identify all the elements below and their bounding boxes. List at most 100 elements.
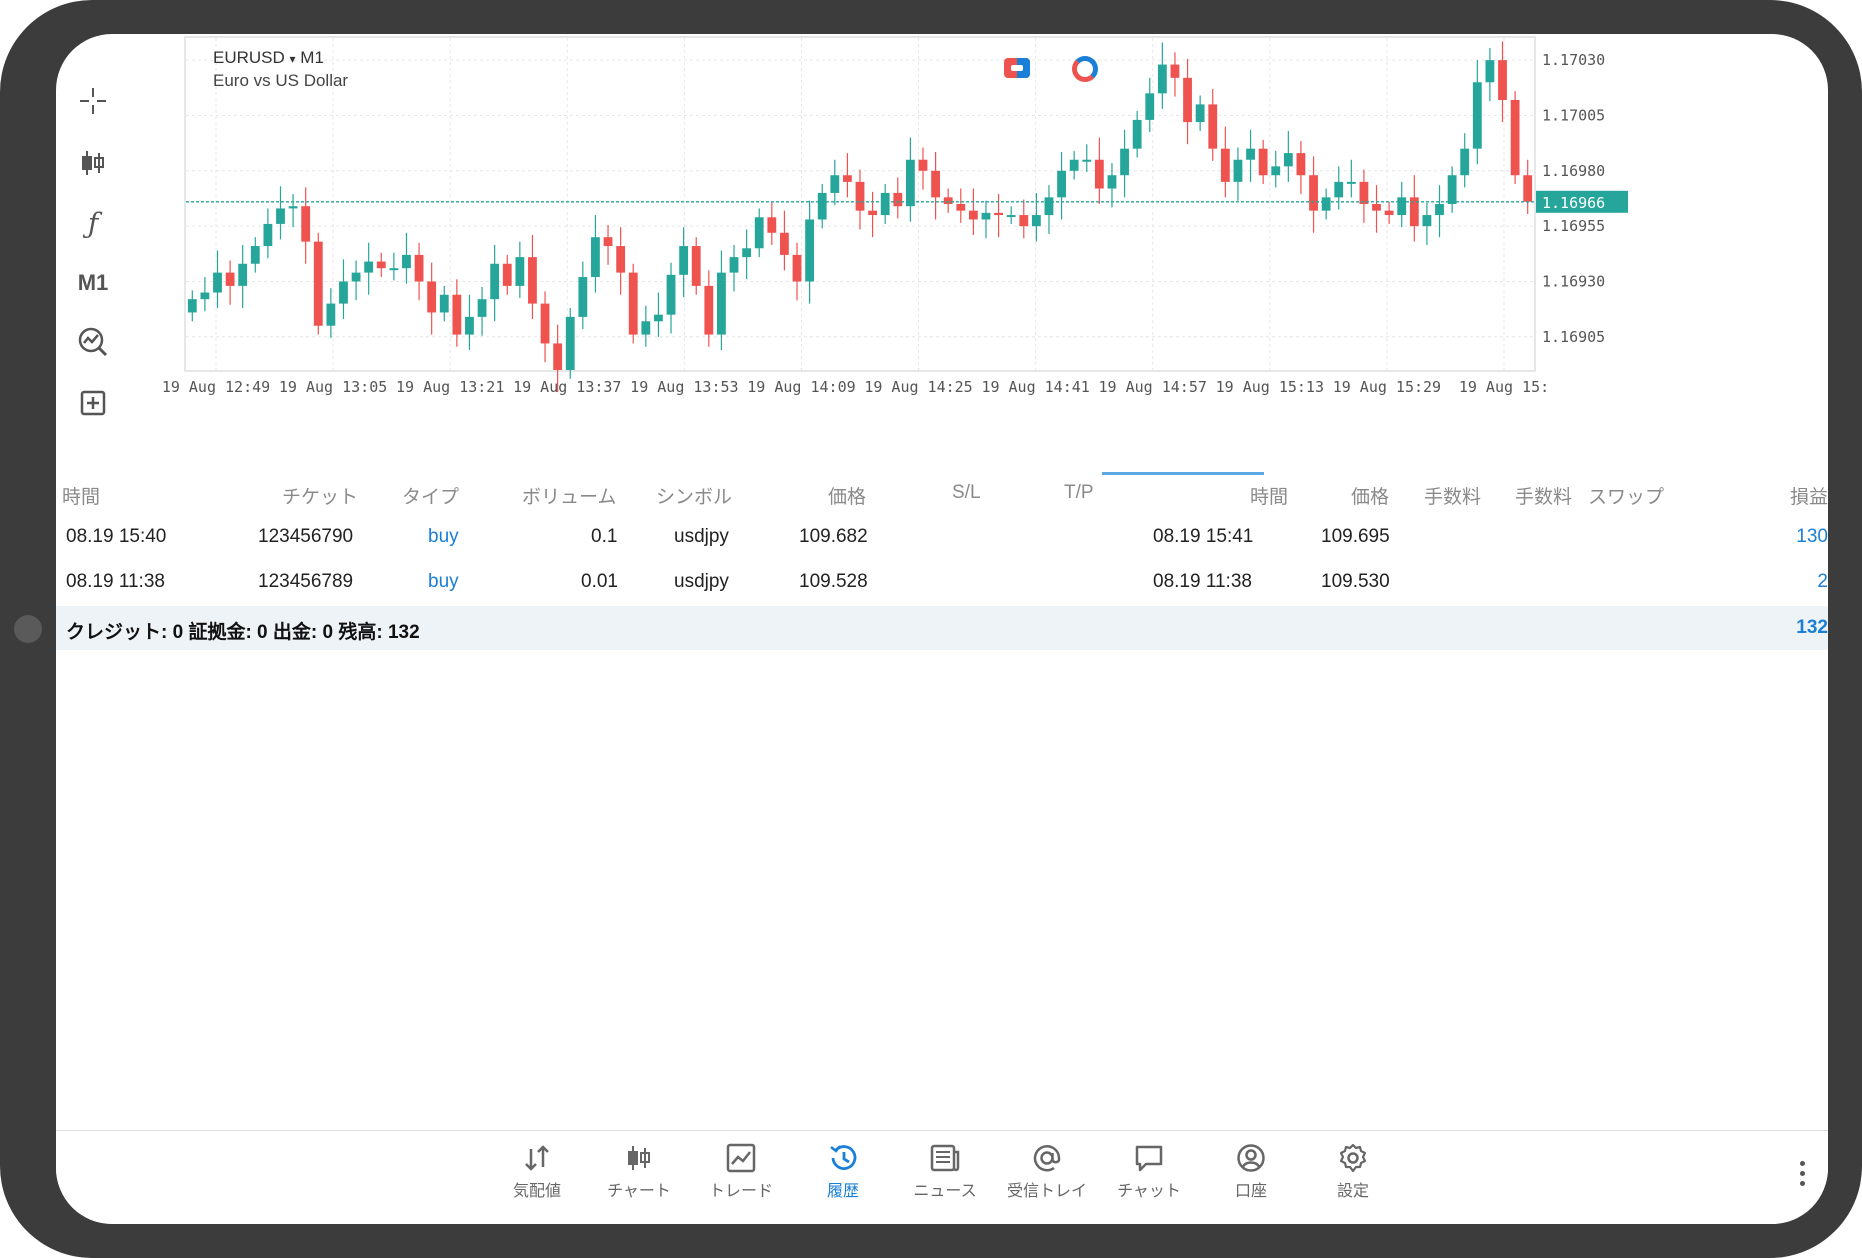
candle [1195, 104, 1205, 123]
crosshair-icon[interactable] [68, 76, 118, 126]
candle [515, 257, 525, 286]
nav-chat[interactable]: チャット [1099, 1143, 1199, 1201]
candle [968, 210, 978, 220]
candle [591, 237, 600, 278]
balance-summary-total: 132 [1796, 617, 1828, 638]
price-chart[interactable]: 19 Aug 12:49 19 Aug 13:05 19 Aug 13:21 19 A… [130, 34, 1828, 470]
nav-mailbox[interactable]: 受信トレイ [997, 1143, 1097, 1201]
candlestick-icon[interactable] [68, 138, 118, 188]
price-tick-label: 1.16930 [1542, 272, 1605, 290]
signal-icon[interactable] [1072, 56, 1098, 82]
candle [704, 285, 714, 335]
nav-settings[interactable]: 設定 [1303, 1143, 1403, 1201]
candle [830, 175, 840, 193]
row-symbol: usdjpy [674, 571, 729, 592]
candle [628, 272, 638, 335]
nav-account[interactable]: 口座 [1201, 1143, 1301, 1201]
candle [288, 206, 298, 209]
candle [1057, 170, 1066, 198]
candle [540, 303, 550, 344]
candle [238, 263, 248, 286]
nav-chart-label: チャート [607, 1183, 671, 1200]
candle [1346, 181, 1356, 184]
account-icon [1237, 1144, 1265, 1172]
nav-quotes-label: 気配値 [512, 1183, 561, 1200]
one-click-trading-icon[interactable] [1004, 58, 1030, 78]
candle [754, 217, 764, 249]
nav-quotes[interactable]: 気配値 [487, 1143, 587, 1201]
row-symbol: usdjpy [674, 526, 729, 547]
balance-summary-row: クレジット: 0 証拠金: 0 出金: 0 残高: 132 132 [56, 606, 1828, 650]
candle [729, 257, 739, 273]
row-open-time: 08.19 11:38 [66, 571, 165, 592]
row-open-price: 109.682 [799, 526, 868, 547]
price-tick-label: 1.16980 [1542, 162, 1605, 180]
timeframe-button[interactable]: M1 [68, 258, 118, 308]
trade-icon [726, 1143, 756, 1173]
candle [880, 192, 890, 216]
col-close-time: 時間 [1250, 487, 1289, 508]
candle [691, 246, 701, 286]
time-tick-label: 19 Aug 14:25 [864, 378, 972, 396]
indicators-icon[interactable]: ƒ [68, 198, 118, 248]
nav-trade[interactable]: トレード [691, 1143, 791, 1201]
candle [1132, 119, 1142, 149]
row-profit: 130 [1796, 526, 1828, 547]
nav-history[interactable]: 履歴 [793, 1143, 893, 1201]
candle [1019, 215, 1029, 227]
candle [1296, 153, 1306, 176]
time-tick-label: 19 Aug 12:49 [162, 378, 270, 396]
candle [1321, 197, 1331, 211]
candle [1107, 175, 1117, 189]
candle [414, 254, 424, 282]
history-row[interactable]: 08.19 15:40 123456790 buy 0.1 usdjpy 109… [56, 516, 1828, 560]
candle [1044, 197, 1054, 216]
nav-history-label: 履歴 [826, 1183, 859, 1200]
candle [465, 316, 474, 335]
candle [956, 204, 966, 211]
candle [364, 261, 374, 273]
price-tick-label: 1.17030 [1542, 51, 1605, 69]
candle [641, 321, 651, 335]
row-close-price: 109.695 [1321, 526, 1390, 547]
chat-icon [1135, 1145, 1163, 1172]
candle [981, 212, 991, 220]
price-tick-label: 1.16905 [1542, 328, 1605, 346]
row-type: buy [428, 571, 459, 592]
candle [1220, 148, 1230, 182]
candle [1309, 175, 1318, 211]
candle [339, 281, 348, 304]
time-tick-label: 19 Aug 14:57 [1099, 378, 1207, 396]
more-options-icon[interactable] [1800, 1161, 1806, 1197]
candle [855, 181, 865, 211]
chart-symbol-header[interactable]: EURUSD ▾ M1 [213, 48, 324, 68]
candle [301, 206, 311, 242]
time-tick-label: 19 Aug 15:13 [1216, 378, 1324, 396]
candle [200, 292, 210, 300]
nav-news[interactable]: ニュース [895, 1143, 995, 1201]
col-tp: T/P [1064, 482, 1094, 503]
time-tick-label: 19 Aug 13:21 [396, 378, 504, 396]
candle [187, 299, 197, 313]
candle [1271, 166, 1281, 176]
candle [918, 159, 928, 171]
candle [603, 237, 613, 247]
row-volume: 0.01 [581, 571, 618, 592]
chart-canvas[interactable]: 19 Aug 12:49 19 Aug 13:05 19 Aug 13:21 19 A… [130, 34, 1828, 470]
candle [1523, 175, 1533, 202]
candle [654, 314, 663, 322]
candle [553, 343, 563, 370]
candle [490, 263, 500, 300]
candle [679, 246, 689, 275]
history-table-header: 時間 チケット タイプ ボリューム シンボル 価格 S/L T/P 時間 価格 … [56, 472, 1828, 512]
nav-settings-label: 設定 [1336, 1183, 1369, 1200]
candle [1208, 104, 1218, 149]
row-ticket: 123456789 [258, 571, 354, 592]
nav-chart[interactable]: チャート [589, 1143, 689, 1201]
candle [213, 272, 222, 293]
analytics-icon[interactable] [68, 317, 118, 367]
col-commission: 手数料 [1424, 487, 1482, 508]
candle [742, 248, 752, 258]
add-chart-icon[interactable] [68, 378, 118, 428]
history-row[interactable]: 08.19 11:38 123456789 buy 0.01 usdjpy 10… [56, 561, 1828, 605]
